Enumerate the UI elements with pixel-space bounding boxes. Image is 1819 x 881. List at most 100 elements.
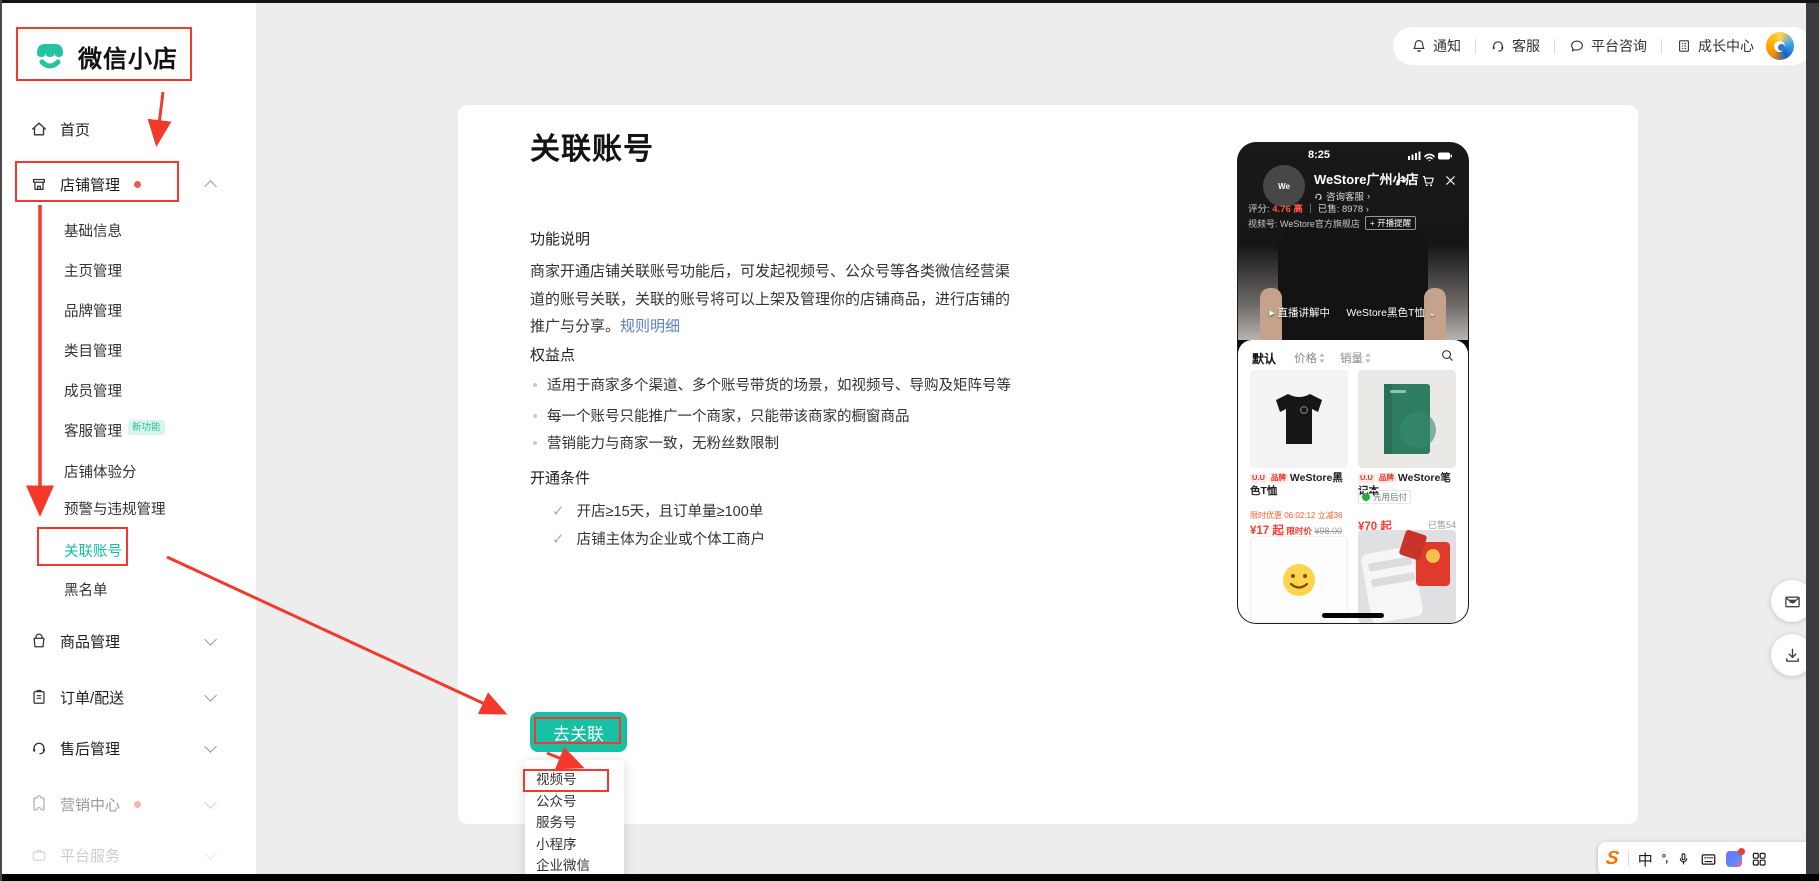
brand-tag: 品牌 <box>1377 473 1396 483</box>
bullet-dot <box>533 441 537 445</box>
check-icon: ✓ <box>552 530 565 548</box>
dropdown-item-service-account[interactable]: 服务号 <box>525 812 624 834</box>
feature-heading: 功能说明 <box>530 228 590 249</box>
sidebar-item-marketing-center[interactable]: 营销中心 <box>2 792 256 816</box>
sidebar-item-goods-mgmt[interactable]: 商品管理 <box>2 629 256 653</box>
ime-punctuation-toggle[interactable]: °, <box>1662 853 1667 865</box>
live-icon: ▸ <box>1269 307 1277 319</box>
sidebar-item-home[interactable]: 首页 <box>2 117 256 141</box>
top-toolbar: 通知 客服 平台咨询 成长中心 <box>1393 27 1812 65</box>
product-image-redpacket[interactable] <box>1358 530 1456 623</box>
sidebar-item-label: 店铺管理 <box>60 174 120 195</box>
chevron-up-icon[interactable] <box>204 180 217 193</box>
benefit-item: 适用于商家多个渠道、多个账号带货的场景，如视频号、导购及矩阵号等 <box>533 374 1011 395</box>
cart-icon[interactable] <box>1420 173 1436 189</box>
store-rating-row[interactable]: 评分: 4.76 高 ｜ 已售: 8978 › <box>1248 201 1369 215</box>
notifications-button[interactable]: 通知 <box>1411 36 1461 56</box>
divider <box>1475 39 1476 54</box>
channel-row: 视频号: WeStore官方旗舰店 + 开播提醒 <box>1248 216 1416 230</box>
brand-tag: U.U <box>1358 473 1375 483</box>
ime-language-mode[interactable]: 中 <box>1638 849 1653 870</box>
chevron-down-icon[interactable] <box>204 689 217 702</box>
growth-center-button[interactable]: 成长中心 <box>1676 36 1754 56</box>
chevron-down-icon[interactable] <box>204 796 217 809</box>
storefront-icon <box>30 175 48 193</box>
sidebar-item-orders-delivery[interactable]: 订单/配送 <box>2 685 256 709</box>
platform-consult-button[interactable]: 平台咨询 <box>1569 36 1647 56</box>
sidebar-item-homepage-mgmt[interactable]: 主页管理 <box>2 258 256 282</box>
divider <box>1628 851 1629 867</box>
dropdown-item-mini-program[interactable]: 小程序 <box>525 834 624 856</box>
brand-tag: U.U <box>1250 473 1267 483</box>
sidebar-item-experience-score[interactable]: 店铺体验分 <box>2 459 256 483</box>
sidebar-item-member-mgmt[interactable]: 成员管理 <box>2 378 256 402</box>
chevron-down-icon[interactable] <box>204 847 217 860</box>
headset-icon <box>1490 38 1506 54</box>
live-video-area: 8:25 We WeStore广州小店 咨询客服› 评分: 4.76 高 ｜ 已… <box>1238 143 1468 340</box>
product-image-smiley-tee[interactable] <box>1250 536 1348 623</box>
ime-menu-grid-icon[interactable] <box>1751 851 1767 867</box>
associate-dropdown-menu: 视频号 公众号 服务号 小程序 企业微信 <box>525 760 624 881</box>
rules-detail-link[interactable]: 规则明细 <box>620 318 680 335</box>
search-icon[interactable] <box>1440 348 1455 363</box>
promo-countdown: 限时优惠 06:02:12 立减36 <box>1250 510 1348 521</box>
share-icon[interactable] <box>1394 173 1410 189</box>
sidebar-item-category-mgmt[interactable]: 类目管理 <box>2 338 256 362</box>
product-panel: 默认 价格 销量 U.U品牌WeStore黑色T恤 限时优惠 06: <box>1238 340 1468 623</box>
phone-preview: 8:25 We WeStore广州小店 咨询客服› 评分: 4.76 高 ｜ 已… <box>1238 143 1468 623</box>
sidebar-item-warning-mgmt[interactable]: 预警与违规管理 <box>2 496 256 520</box>
divider <box>1554 39 1555 54</box>
sogou-browser-logo[interactable] <box>1766 32 1794 60</box>
brand-name: 微信小店 <box>78 39 178 74</box>
new-feature-badge: 新功能 <box>128 420 165 435</box>
live-explain-bar[interactable]: ▸ 直播讲解中 WeStore黑色T恤 ⌄ <box>1238 305 1468 320</box>
chevron-down-icon: ⌄ <box>1428 307 1437 319</box>
filter-price[interactable]: 价格 <box>1294 350 1325 366</box>
model-tshirt-silhouette <box>1278 222 1428 340</box>
condition-item: ✓开店≥15天，且订单量≥100单 <box>552 500 763 521</box>
go-associate-button[interactable]: 去关联 <box>530 712 627 752</box>
filter-sales[interactable]: 销量 <box>1340 350 1371 366</box>
chevron-down-icon[interactable] <box>204 633 217 646</box>
ime-skin-icon[interactable] <box>1726 851 1742 867</box>
notification-dot <box>134 801 141 808</box>
keyboard-icon[interactable] <box>1700 852 1717 867</box>
screenshot-frame-right <box>1806 0 1819 881</box>
product-image-tshirt[interactable] <box>1250 370 1348 468</box>
wechat-pay-icon <box>1362 493 1370 501</box>
notification-dot <box>134 181 141 188</box>
sidebar-item-aftersale-mgmt[interactable]: 售后管理 <box>2 736 256 760</box>
benefit-item: 营销能力与商家一致，无粉丝数限制 <box>533 432 779 453</box>
sidebar-item-platform-services[interactable]: 平台服务 <box>2 843 256 867</box>
dropdown-item-official-account[interactable]: 公众号 <box>525 791 624 813</box>
benefit-heading: 权益点 <box>530 344 575 365</box>
pay-later-badge: 先用后付 <box>1358 490 1411 504</box>
microphone-icon[interactable] <box>1676 851 1691 867</box>
product-title[interactable]: U.U品牌WeStore黑色T恤 <box>1250 472 1348 498</box>
sidebar-item-blacklist[interactable]: 黑名单 <box>2 577 256 601</box>
sold-value: 8978 <box>1342 204 1363 215</box>
sidebar-item-cs-mgmt[interactable]: 客服管理 新功能 <box>2 418 256 442</box>
benefit-item: 每一个账号只能推广一个商家，只能带该商家的橱窗商品 <box>533 405 910 426</box>
bell-icon <box>1411 38 1427 54</box>
sidebar-item-linked-accounts[interactable]: 关联账号 <box>2 538 256 562</box>
sidebar-item-brand-mgmt[interactable]: 品牌管理 <box>2 298 256 322</box>
customer-service-button[interactable]: 客服 <box>1490 36 1540 56</box>
brand-tag: 品牌 <box>1269 473 1288 483</box>
document-icon <box>1676 38 1692 54</box>
sidebar-item-store-mgmt[interactable]: 店铺管理 <box>2 172 256 196</box>
chevron-down-icon[interactable] <box>204 740 217 753</box>
dropdown-item-video-account[interactable]: 视频号 <box>525 769 624 791</box>
sidebar-item-basic-info[interactable]: 基础信息 <box>2 218 256 242</box>
check-icon: ✓ <box>552 502 565 520</box>
channel-action-button[interactable]: + 开播提醒 <box>1365 216 1416 230</box>
close-icon[interactable] <box>1443 173 1459 189</box>
bullet-dot <box>533 414 537 418</box>
product-image-notebook[interactable] <box>1358 370 1456 468</box>
sogou-ime-logo[interactable]: S <box>1604 848 1620 870</box>
ticket-icon <box>30 795 48 813</box>
shopping-bag-icon <box>30 632 48 650</box>
screenshot-frame-left <box>0 0 2 881</box>
home-indicator <box>1322 613 1384 618</box>
filter-default[interactable]: 默认 <box>1252 350 1276 367</box>
